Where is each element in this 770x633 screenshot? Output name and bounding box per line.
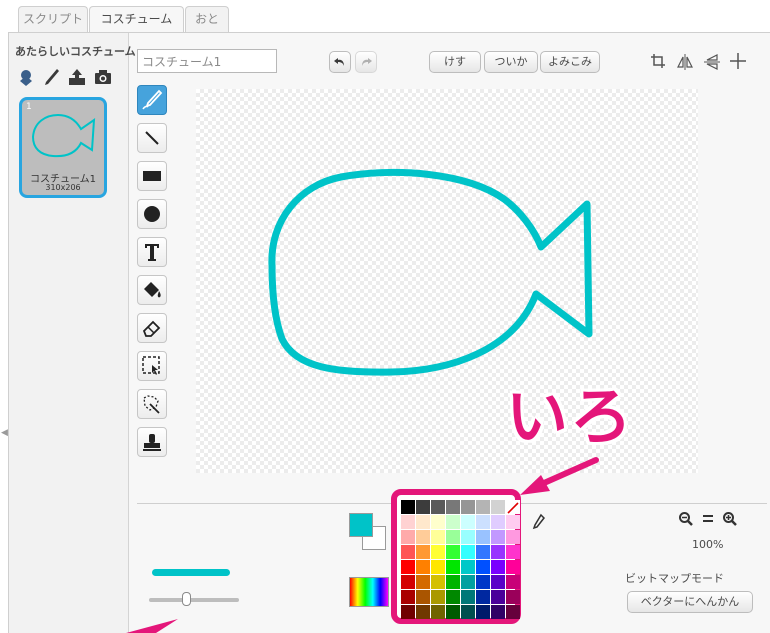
annotation-arrows [126,457,599,633]
annotation-label: いろ [506,380,635,453]
